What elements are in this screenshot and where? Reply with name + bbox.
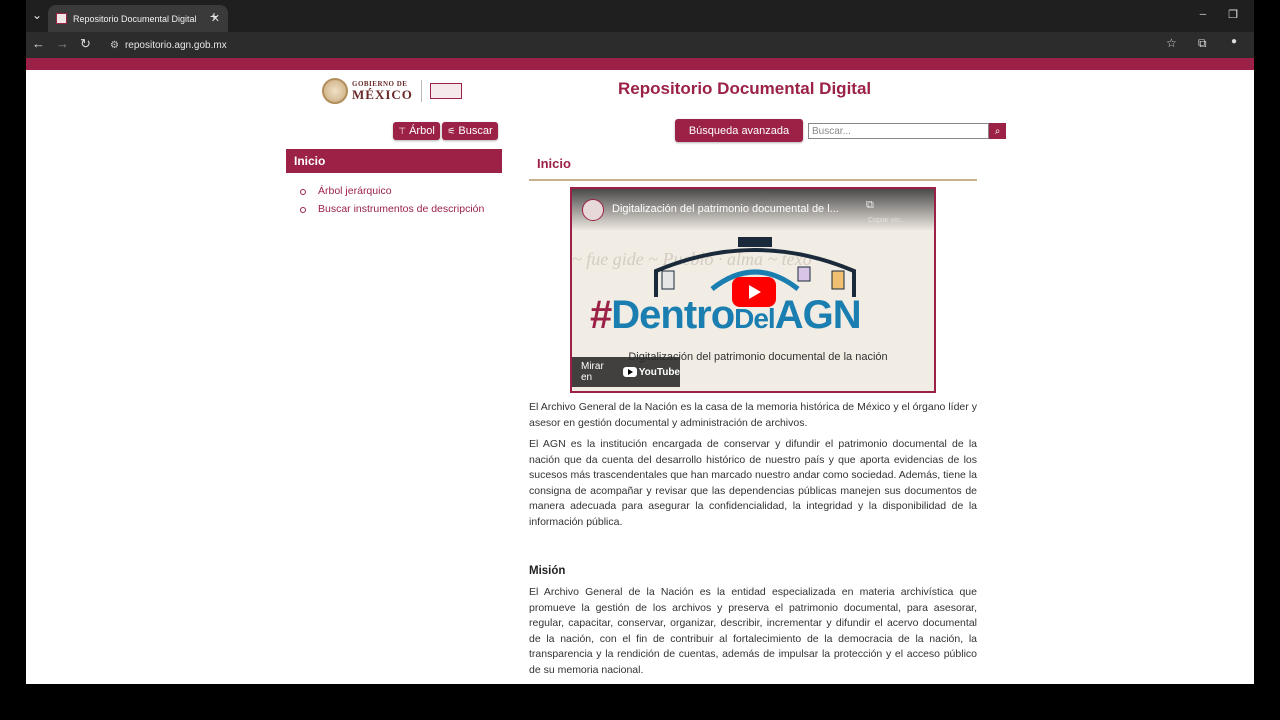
video-title[interactable]: Digitalización del patrimonio documental…	[612, 203, 839, 215]
channel-avatar[interactable]	[582, 199, 604, 221]
tab-title: Repositorio Documental Digital	[73, 13, 197, 24]
gobierno-text: GOBIERNO DE MÉXICO	[352, 81, 413, 102]
gobierno-logo[interactable]: GOBIERNO DE MÉXICO	[322, 78, 462, 104]
hashtag-dentro: Dentro	[611, 293, 735, 337]
tree-icon: ⊤	[398, 125, 407, 136]
arbol-label: Árbol	[409, 125, 435, 137]
mision-paragraph: El Archivo General de la Nación es la en…	[529, 586, 977, 676]
mision-heading: Misión	[529, 565, 566, 577]
profile-icon[interactable]: ●	[1231, 36, 1237, 47]
search-icon: ⌕	[994, 125, 1001, 137]
extensions-icon[interactable]: ⧉	[1198, 36, 1207, 51]
watch-on-label: Mirar en	[581, 361, 604, 383]
watch-on-youtube-button[interactable]: Mirar en YouTube	[572, 357, 680, 387]
gobierno-line2: MÉXICO	[352, 87, 413, 102]
url-text: repositorio.agn.gob.mx	[124, 39, 227, 51]
new-tab-icon[interactable]: +	[208, 8, 220, 24]
buscar-button[interactable]: ⚟ Buscar	[442, 122, 498, 140]
maximize-icon[interactable]: ❐	[1226, 8, 1240, 21]
address-bar: ← → ↻ ⚙ repositorio.agn.gob.mx ☆ ⧉ ●	[26, 32, 1254, 58]
sidebar-item-arbol[interactable]: Árbol jerárquico	[298, 185, 494, 198]
main-title: Inicio	[537, 156, 571, 171]
title-divider	[529, 179, 977, 181]
brand-stripe	[26, 58, 1254, 70]
intro-paragraph-1: El Archivo General de la Nación es la ca…	[529, 401, 977, 429]
bookmark-star-icon[interactable]: ☆	[1166, 36, 1177, 50]
hashtag-agn: AGN	[774, 293, 862, 337]
search-input[interactable]	[808, 123, 989, 139]
seal-icon	[322, 78, 348, 104]
search-button[interactable]: ⌕	[989, 123, 1006, 139]
tab-menu-icon[interactable]: ⌄	[30, 8, 44, 22]
agn-logo-icon	[429, 83, 462, 99]
buscar-label: Buscar	[458, 125, 493, 137]
copy-link-label: Copiar vín...	[868, 217, 906, 224]
url-field[interactable]: ⚙ repositorio.agn.gob.mx	[104, 35, 1164, 55]
forward-icon[interactable]: →	[56, 36, 69, 51]
intro-paragraph-2: El AGN es la institución encargada de co…	[529, 438, 977, 528]
sidebar-item-buscar-instrumentos[interactable]: Buscar instrumentos de descripción	[298, 203, 494, 216]
youtube-icon	[622, 367, 637, 377]
youtube-logo: YouTube	[622, 366, 680, 378]
logo-divider	[420, 80, 422, 102]
hashtag-hash: #	[590, 293, 612, 337]
reload-icon[interactable]: ↻	[80, 36, 91, 52]
advanced-search-button[interactable]: Búsqueda avanzada	[675, 119, 803, 142]
hashtag-del: Del	[734, 303, 776, 334]
video-embed[interactable]: ~ fue gide ~ Pueblo · alma ~ texo ~ Digi…	[570, 187, 936, 393]
copy-link-icon[interactable]: ⧉	[866, 199, 874, 212]
filter-icon: ⚟	[447, 125, 456, 136]
sidebar-header: Inicio	[286, 149, 502, 173]
back-icon[interactable]: ←	[32, 36, 45, 51]
video-hashtag: #DentroDelAGN	[590, 293, 862, 338]
favicon-icon	[56, 13, 67, 24]
site-info-icon[interactable]: ⚙	[110, 40, 119, 51]
page-content: GOBIERNO DE MÉXICO Repositorio Documenta…	[26, 70, 1254, 684]
arbol-button[interactable]: ⊤ Árbol	[393, 122, 440, 140]
youtube-label: YouTube	[638, 366, 680, 378]
browser-window: ⌄ Repositorio Documental Digital ✕ + ─ ❐…	[26, 0, 1254, 684]
tab-bar: ⌄ Repositorio Documental Digital ✕ + ─ ❐	[26, 0, 1254, 32]
sidebar-list: Árbol jerárquico Buscar instrumentos de …	[298, 185, 494, 220]
page-title: Repositorio Documental Digital	[618, 79, 872, 98]
browser-tab[interactable]: Repositorio Documental Digital ✕	[48, 5, 228, 32]
minimize-icon[interactable]: ─	[1196, 9, 1210, 19]
